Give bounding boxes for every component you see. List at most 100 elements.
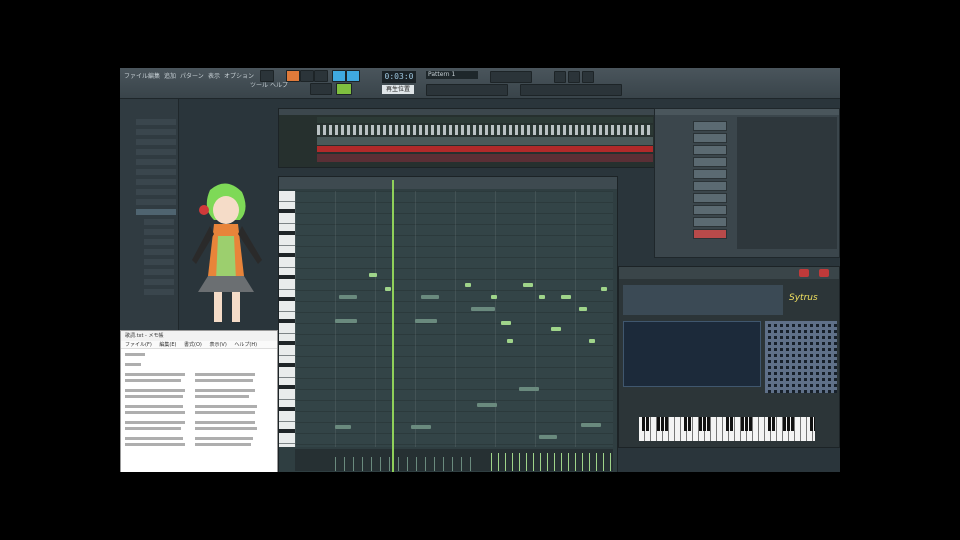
- channel-button-selected[interactable]: [693, 229, 727, 239]
- note[interactable]: [581, 423, 601, 427]
- note[interactable]: [411, 425, 431, 429]
- browser-item[interactable]: [136, 119, 176, 125]
- browser-item[interactable]: [144, 289, 174, 295]
- channel-steps[interactable]: [737, 117, 837, 249]
- note[interactable]: [589, 339, 595, 343]
- note[interactable]: [339, 295, 357, 299]
- playhead[interactable]: [392, 180, 394, 472]
- note[interactable]: [519, 387, 539, 391]
- note[interactable]: [551, 327, 561, 331]
- note[interactable]: [539, 435, 557, 439]
- lyric-line: [125, 353, 145, 356]
- metronome-button[interactable]: [346, 70, 360, 82]
- browser-item[interactable]: [136, 169, 176, 175]
- browser-item[interactable]: [144, 219, 174, 225]
- plugin-controls[interactable]: [623, 285, 783, 315]
- menu-view[interactable]: 表示: [208, 71, 220, 80]
- channel-button[interactable]: [693, 181, 727, 191]
- note[interactable]: [579, 307, 587, 311]
- cpu-meter: [336, 83, 352, 95]
- notepad-menu-view[interactable]: 表示(V): [209, 342, 226, 348]
- envelope-editor[interactable]: [623, 321, 761, 387]
- snap-icon[interactable]: [554, 71, 566, 83]
- stop-button[interactable]: [300, 70, 314, 82]
- note[interactable]: [421, 295, 439, 299]
- playlist-track-clip[interactable]: [317, 117, 653, 123]
- piano-keyboard[interactable]: [279, 191, 295, 447]
- channel-rack-header[interactable]: [655, 109, 839, 115]
- playlist-timeline[interactable]: [279, 109, 655, 115]
- channel-button[interactable]: [693, 157, 727, 167]
- note[interactable]: [465, 283, 471, 287]
- browser-item[interactable]: [136, 149, 176, 155]
- record-button[interactable]: [286, 70, 300, 82]
- note[interactable]: [471, 307, 495, 311]
- note[interactable]: [539, 295, 545, 299]
- browser-item[interactable]: [144, 249, 174, 255]
- notepad-menu-help[interactable]: ヘルプ(H): [234, 342, 257, 348]
- note[interactable]: [335, 425, 351, 429]
- playlist-audio-clip[interactable]: [317, 146, 653, 152]
- browser-item[interactable]: [136, 159, 176, 165]
- notepad-menu-format[interactable]: 書式(O): [184, 342, 202, 348]
- playlist-pattern-clip[interactable]: [317, 137, 653, 145]
- notepad-menu-file[interactable]: ファイル(F): [125, 342, 152, 348]
- note[interactable]: [385, 287, 391, 291]
- close-icon[interactable]: [799, 269, 809, 277]
- song-mode-button[interactable]: [332, 70, 346, 82]
- velocity-lane[interactable]: [295, 449, 613, 471]
- browser-item[interactable]: [136, 199, 176, 205]
- channel-button[interactable]: [693, 193, 727, 203]
- channel-button[interactable]: [693, 217, 727, 227]
- note[interactable]: [601, 287, 607, 291]
- channel-button[interactable]: [693, 133, 727, 143]
- master-volume-slider[interactable]: [490, 71, 532, 83]
- browser-item[interactable]: [136, 129, 176, 135]
- note[interactable]: [335, 319, 357, 323]
- playlist-pattern-clip[interactable]: [317, 125, 653, 135]
- tool-strip[interactable]: [426, 84, 508, 96]
- note[interactable]: [523, 283, 533, 287]
- pattern-selector[interactable]: Pattern 1: [426, 71, 478, 79]
- note[interactable]: [507, 339, 513, 343]
- browser-item[interactable]: [136, 179, 176, 185]
- piano-roll-icon[interactable]: [582, 71, 594, 83]
- pat-song-button[interactable]: [260, 70, 274, 82]
- plugin-header[interactable]: [619, 267, 839, 279]
- menu-edit[interactable]: 編集: [148, 71, 160, 80]
- browser-item[interactable]: [136, 139, 176, 145]
- browser-item[interactable]: [144, 279, 174, 285]
- browser-item[interactable]: [144, 229, 174, 235]
- browser-item[interactable]: [144, 269, 174, 275]
- browser-item-selected[interactable]: [136, 209, 176, 215]
- note[interactable]: [561, 295, 571, 299]
- channel-button[interactable]: [693, 121, 727, 131]
- browser-item[interactable]: [136, 189, 176, 195]
- browser-item[interactable]: [144, 239, 174, 245]
- menu-file[interactable]: ファイル: [124, 71, 148, 80]
- channel-button[interactable]: [693, 169, 727, 179]
- tempo-button[interactable]: [310, 83, 332, 95]
- notepad-menu-edit[interactable]: 編集(E): [159, 342, 176, 348]
- browser-item[interactable]: [144, 259, 174, 265]
- menu-options[interactable]: オプション: [224, 71, 254, 80]
- modulation-matrix[interactable]: [765, 321, 837, 393]
- channel-button[interactable]: [693, 145, 727, 155]
- menu-add[interactable]: 追加: [164, 71, 176, 80]
- note[interactable]: [477, 403, 497, 407]
- note[interactable]: [491, 295, 497, 299]
- note[interactable]: [501, 321, 511, 325]
- playlist-icon[interactable]: [568, 71, 580, 83]
- piano-roll-header[interactable]: [279, 177, 617, 189]
- note[interactable]: [369, 273, 377, 277]
- close-icon[interactable]: [819, 269, 829, 277]
- lyric-line: [125, 405, 183, 408]
- play-button[interactable]: [314, 70, 328, 82]
- lyric-line: [195, 373, 255, 376]
- playlist-audio-clip[interactable]: [317, 154, 653, 162]
- channel-button[interactable]: [693, 205, 727, 215]
- lyric-line: [125, 389, 185, 392]
- note[interactable]: [415, 319, 437, 323]
- menu-pattern[interactable]: パターン: [180, 71, 204, 80]
- note-grid[interactable]: [295, 191, 613, 447]
